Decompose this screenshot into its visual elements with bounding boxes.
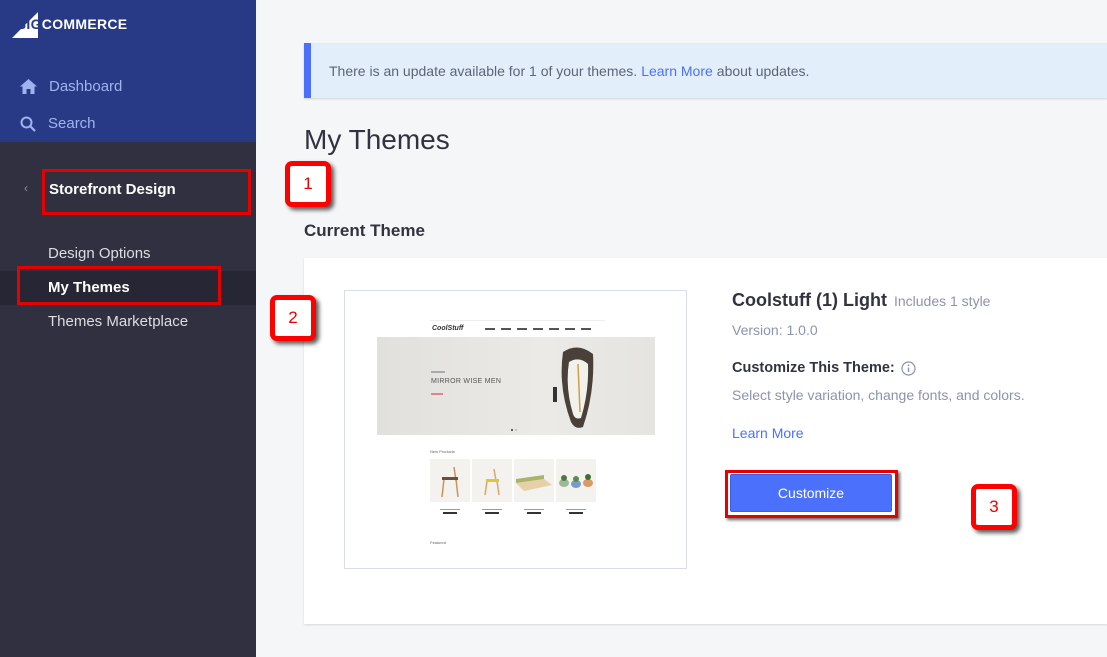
sidebar-item-design-options[interactable]: Design Options <box>0 237 256 271</box>
preview-topbar <box>430 315 605 321</box>
theme-preview-thumbnail[interactable]: CoolStuff MIRROR WISE MEN New Products F… <box>344 290 687 569</box>
info-icon[interactable] <box>901 360 916 376</box>
main-content: There is an update available for 1 of yo… <box>256 0 1107 657</box>
customize-description: Select style variation, change fonts, an… <box>732 387 1025 403</box>
theme-name: Coolstuff (1) Light <box>732 290 887 310</box>
customize-heading: Customize This Theme: <box>732 360 1025 376</box>
back-chevron-icon[interactable]: ‹ <box>24 181 28 195</box>
sidebar-header: BIGCOMMERCE Dashboard Search <box>0 0 256 142</box>
sidebar-item-my-themes[interactable]: My Themes <box>0 271 256 305</box>
preview-product-grid <box>430 459 596 514</box>
sidebar: BIGCOMMERCE Dashboard Search ‹ Storefron… <box>0 0 256 657</box>
notice-text: There is an update available for 1 of yo… <box>329 62 638 79</box>
page-title: My Themes <box>304 124 450 155</box>
preview-product-stool <box>472 459 512 514</box>
annotation-badge-2: 2 <box>270 295 316 341</box>
theme-version: Version: 1.0.0 <box>732 322 818 338</box>
current-theme-heading: Current Theme <box>304 221 425 240</box>
preview-nav <box>485 328 591 330</box>
update-notice: There is an update available for 1 of yo… <box>304 43 1107 98</box>
dashboard-label: Dashboard <box>49 78 123 95</box>
sidebar-item-themes-marketplace[interactable]: Themes Marketplace <box>0 305 256 339</box>
logo-rest: COMMERCE <box>41 16 128 32</box>
carousel-dots <box>511 429 517 431</box>
preview-featured-label: Featured <box>430 540 447 545</box>
current-theme-card: CoolStuff MIRROR WISE MEN New Products F… <box>304 258 1107 624</box>
annotation-badge-3: 3 <box>971 484 1017 530</box>
customize-button[interactable]: Customize <box>730 474 892 512</box>
preview-product-chair <box>430 459 470 514</box>
annotation-badge-1: 1 <box>285 161 331 207</box>
home-icon <box>20 79 37 94</box>
preview-product-daybed <box>514 459 554 514</box>
notice-learn-more-link[interactable]: Learn More <box>641 63 713 79</box>
preview-new-products-label: New Products <box>430 449 455 454</box>
mirror-lamp-image <box>553 347 594 428</box>
preview-product-planters <box>556 459 596 514</box>
sidebar-item-dashboard[interactable]: Dashboard <box>20 78 122 95</box>
sidebar-section-title: Storefront Design <box>49 181 176 198</box>
search-label: Search <box>48 115 96 132</box>
learn-more-link[interactable]: Learn More <box>732 425 804 441</box>
preview-hero-banner: MIRROR WISE MEN <box>377 337 655 435</box>
customize-heading-text: Customize This Theme: <box>732 360 895 376</box>
bigcommerce-logo[interactable]: BIGCOMMERCE <box>12 10 127 38</box>
preview-hero-title: MIRROR WISE MEN <box>431 378 502 385</box>
theme-info: Coolstuff (1) Light Includes 1 style Ver… <box>732 290 1025 443</box>
sidebar-item-search[interactable]: Search <box>20 115 96 132</box>
theme-style-count: Includes 1 style <box>893 293 991 309</box>
notice-text-after: about updates. <box>716 62 810 79</box>
search-icon <box>20 116 36 132</box>
logo-big: BIG <box>16 16 42 32</box>
preview-logo: CoolStuff <box>432 325 464 332</box>
